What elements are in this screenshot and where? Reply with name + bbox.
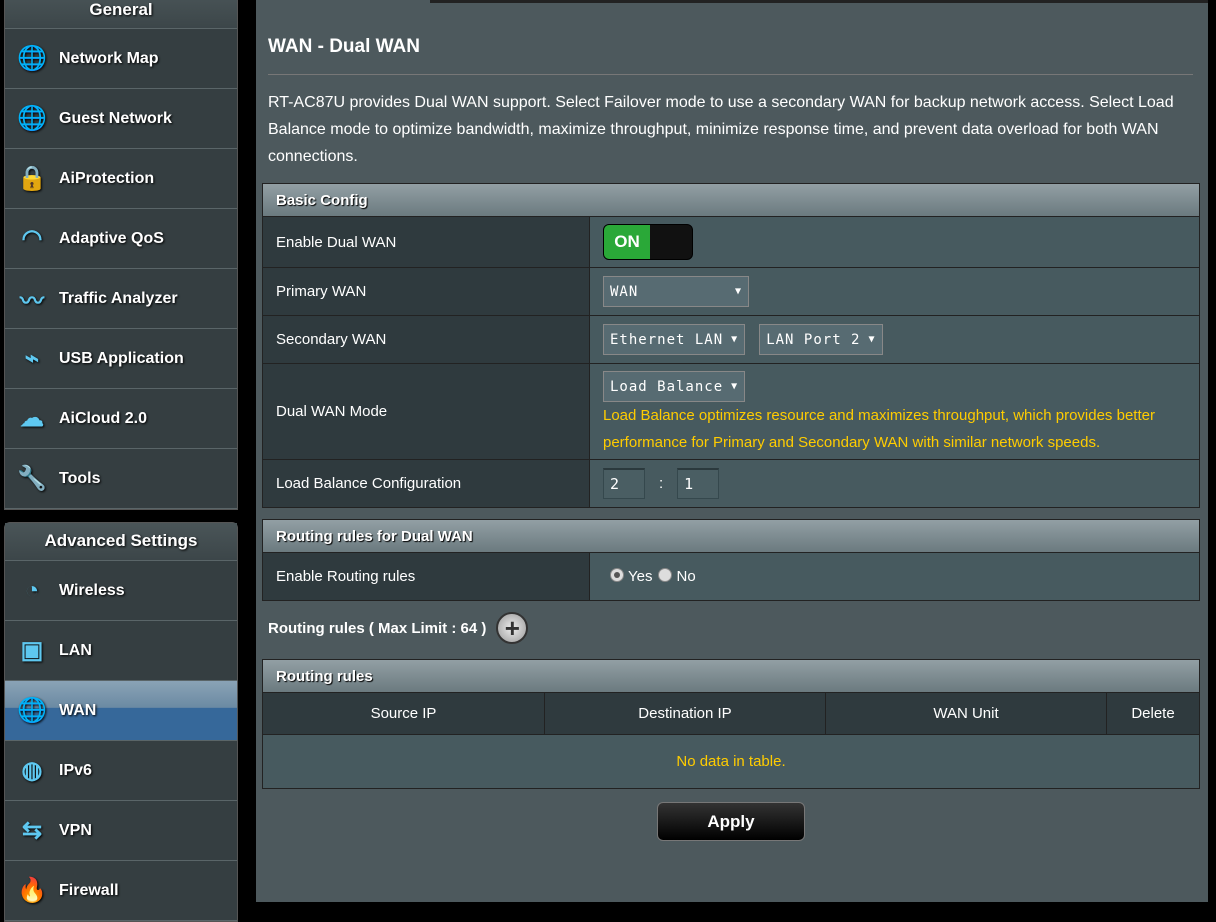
shield-lock-icon: 🔒 — [17, 165, 47, 192]
sidebar-item-label: Traffic Analyzer — [59, 289, 178, 307]
basic-config-table: Basic Config Enable Dual WAN ON Primary … — [262, 183, 1200, 508]
speedometer-icon: ◠ — [21, 225, 43, 252]
chevron-down-icon: ▼ — [731, 334, 739, 345]
globe-pin-icon: 🌐 — [17, 45, 47, 72]
routing-config-table: Routing rules for Dual WAN Enable Routin… — [262, 519, 1200, 601]
lb-primary-ratio-input[interactable] — [603, 468, 645, 499]
sidebar-item-label: Adaptive QoS — [59, 229, 164, 247]
lb-secondary-ratio-input[interactable] — [677, 468, 720, 499]
ratio-separator: : — [659, 475, 664, 492]
sidebar-advanced: Advanced Settings ◔ Wireless ▣ LAN 🌐 WAN ◍ IPv6… — [4, 522, 238, 922]
routing-yes-radio[interactable]: Yes — [610, 568, 652, 585]
sidebar-item-label: IPv6 — [59, 761, 92, 779]
chevron-down-icon: ▼ — [868, 334, 876, 345]
routing-no-radio[interactable]: No — [658, 568, 696, 585]
radio-checked-icon — [610, 568, 624, 582]
col-delete: Delete — [1131, 705, 1175, 722]
sidebar-item-aiprotection[interactable]: 🔒 AiProtection — [5, 149, 237, 209]
radio-unchecked-icon — [658, 568, 673, 582]
routing-limit-line: Routing rules ( Max Limit : 64 ) + — [268, 612, 529, 644]
dual-wan-mode-label: Dual WAN Mode — [263, 364, 590, 459]
sidebar-item-adaptive-qos[interactable]: ◠ Adaptive QoS — [5, 209, 237, 269]
secondary-port-value: LAN Port 2 — [766, 331, 861, 348]
usb-icon: ⌁ — [24, 345, 40, 372]
chevron-down-icon: ▼ — [731, 381, 739, 392]
col-wan-unit: WAN Unit — [826, 693, 1107, 734]
sidebar-item-firewall[interactable]: 🔥 Firewall — [5, 861, 237, 921]
sidebar-general: General 🌐 Network Map 🌐 Guest Network 🔒 AiPro… — [4, 0, 238, 510]
sidebar-item-label: Wireless — [59, 581, 125, 599]
routing-rules-table: Routing rules Source IP Destination IP W… — [262, 659, 1200, 789]
sidebar-item-guest-network[interactable]: 🌐 Guest Network — [5, 89, 237, 149]
sidebar-item-label: WAN — [59, 701, 97, 719]
primary-wan-select[interactable]: WAN ▼ — [603, 276, 749, 307]
sidebar-item-label: USB Application — [59, 349, 184, 367]
wrench-icon: 🔧 — [17, 465, 47, 492]
dual-wan-mode-value: Load Balance — [610, 378, 724, 395]
sidebar-item-label: AiProtection — [59, 169, 155, 187]
wireless-icon: ◔ — [24, 576, 40, 604]
vpn-icon: ⇆ — [21, 817, 43, 844]
apply-button[interactable]: Apply — [657, 802, 805, 841]
sidebar-item-wireless[interactable]: ◔ Wireless — [5, 561, 237, 621]
sidebar-item-lan[interactable]: ▣ LAN — [5, 621, 237, 681]
sidebar-item-label: VPN — [59, 821, 92, 839]
sidebar-item-label: LAN — [59, 641, 92, 659]
sidebar-item-label: Guest Network — [59, 109, 172, 127]
secondary-port-select[interactable]: LAN Port 2 ▼ — [759, 324, 883, 355]
sidebar-item-wan[interactable]: 🌐 WAN — [5, 681, 237, 741]
enable-dual-wan-label: Enable Dual WAN — [263, 217, 590, 267]
sidebar-item-label: Firewall — [59, 881, 119, 899]
sidebar-item-aicloud-2-0[interactable]: ☁ AiCloud 2.0 — [5, 389, 237, 449]
sidebar-advanced-title: Advanced Settings — [5, 523, 237, 561]
sidebar-item-ipv6[interactable]: ◍ IPv6 — [5, 741, 237, 801]
routing-config-title: Routing rules for Dual WAN — [263, 520, 1199, 553]
sidebar-item-tools[interactable]: 🔧 Tools — [5, 449, 237, 509]
guest-network-icon: 🌐 — [17, 105, 47, 132]
toggle-on-label: ON — [604, 225, 650, 259]
empty-table-message: No data in table. — [263, 735, 1199, 788]
load-balance-config-label: Load Balance Configuration — [263, 460, 590, 507]
routing-rules-title: Routing rules — [263, 660, 1199, 693]
dual-wan-mode-select[interactable]: Load Balance ▼ — [603, 371, 746, 402]
sidebar-general-title: General — [5, 0, 237, 29]
enable-routing-label: Enable Routing rules — [263, 553, 590, 600]
col-destination-ip: Destination IP — [545, 693, 826, 734]
cloud-icon: ☁ — [20, 405, 44, 432]
mode-note: Load Balance optimizes resource and maxi… — [603, 407, 1155, 451]
page-description: RT-AC87U provides Dual WAN support. Sele… — [268, 94, 1174, 165]
secondary-wan-label: Secondary WAN — [263, 316, 590, 363]
sidebar-item-usb-application[interactable]: ⌁ USB Application — [5, 329, 237, 389]
col-source-ip: Source IP — [263, 693, 545, 734]
add-rule-plus-icon[interactable]: + — [496, 612, 529, 644]
top-tabs — [430, 0, 1208, 3]
secondary-wan-value: Ethernet LAN — [610, 331, 724, 348]
secondary-wan-select[interactable]: Ethernet LAN ▼ — [603, 324, 746, 355]
lan-icon: ▣ — [20, 637, 44, 664]
sidebar-item-vpn[interactable]: ⇆ VPN — [5, 801, 237, 861]
sidebar-item-label: AiCloud 2.0 — [59, 409, 148, 427]
globe-icon: 🌐 — [17, 697, 47, 724]
traffic-icon: 〰 — [20, 288, 44, 315]
routing-limit-label: Routing rules ( Max Limit : 64 ) — [268, 619, 487, 637]
primary-wan-value: WAN — [610, 283, 639, 300]
sidebar-item-label: Network Map — [59, 49, 159, 67]
sidebar-item-traffic-analyzer[interactable]: 〰 Traffic Analyzer — [5, 269, 237, 329]
yes-label: Yes — [628, 568, 653, 585]
enable-dual-wan-toggle[interactable]: ON — [603, 224, 693, 260]
primary-wan-label: Primary WAN — [263, 268, 590, 315]
firewall-icon: 🔥 — [17, 877, 47, 904]
divider — [268, 74, 1193, 75]
ipv6-icon: ◍ — [21, 757, 43, 784]
chevron-down-icon: ▼ — [734, 286, 742, 297]
sidebar-item-label: Tools — [59, 469, 101, 487]
sidebar-item-network-map[interactable]: 🌐 Network Map — [5, 29, 237, 89]
page-title: WAN - Dual WAN — [268, 36, 420, 57]
no-label: No — [676, 568, 696, 585]
basic-config-title: Basic Config — [263, 184, 1199, 217]
